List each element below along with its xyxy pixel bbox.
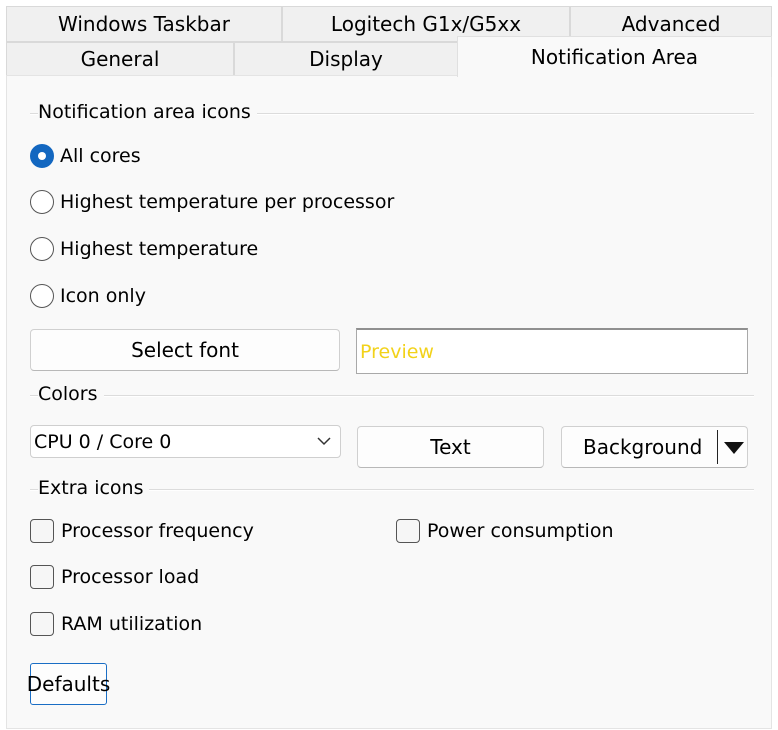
notification-icons-group-title: Notification area icons (38, 101, 257, 123)
checkbox-box[interactable] (30, 612, 54, 636)
core-select-value: CPU 0 / Core 0 (34, 430, 172, 453)
radio-indicator[interactable] (30, 144, 54, 168)
radio-label: All cores (60, 145, 141, 167)
group-divider (30, 395, 754, 397)
dropdown-arrow-icon[interactable] (722, 440, 746, 456)
extra-icons-group-title: Extra icons (38, 477, 150, 499)
radio-all-cores[interactable]: All cores (30, 144, 141, 168)
tab-label: General (80, 47, 160, 71)
colors-group-title: Colors (38, 383, 104, 405)
button-label: Text (430, 435, 471, 459)
checkbox-label: Processor frequency (61, 520, 254, 542)
checkbox-processor-load[interactable]: Processor load (30, 565, 199, 589)
button-label: Defaults (26, 672, 111, 696)
checkbox-label: Power consumption (427, 520, 614, 542)
tab-display[interactable]: Display (234, 42, 458, 76)
tab-general[interactable]: General (6, 42, 234, 76)
radio-highest-temperature[interactable]: Highest temperature (30, 237, 258, 261)
defaults-button[interactable]: Defaults (27, 663, 110, 705)
radio-indicator[interactable] (30, 284, 54, 308)
tab-label: Display (309, 47, 383, 71)
tab-notification-area[interactable]: Notification Area (457, 36, 772, 77)
button-label: Background (583, 435, 703, 459)
radio-indicator[interactable] (30, 190, 54, 214)
font-preview-text: Preview (360, 340, 434, 363)
checkbox-processor-frequency[interactable]: Processor frequency (30, 519, 254, 543)
core-select[interactable]: CPU 0 / Core 0 (30, 425, 341, 458)
font-preview-box: Preview (356, 328, 748, 374)
tab-label: Logitech G1x/G5xx (330, 12, 522, 36)
checkbox-ram-utilization[interactable]: RAM utilization (30, 612, 202, 636)
checkbox-label: RAM utilization (61, 613, 203, 635)
radio-label: Highest temperature per processor (60, 191, 395, 213)
checkbox-box[interactable] (396, 519, 420, 543)
radio-icon-only[interactable]: Icon only (30, 284, 146, 308)
tab-label: Windows Taskbar (58, 12, 230, 36)
checkbox-box[interactable] (30, 519, 54, 543)
background-color-split-button[interactable]: Background (561, 426, 748, 468)
button-label: Select font (131, 338, 239, 362)
checkbox-power-consumption[interactable]: Power consumption (396, 519, 614, 543)
split-button-separator (717, 430, 718, 464)
tab-windows-taskbar[interactable]: Windows Taskbar (6, 6, 282, 42)
radio-indicator[interactable] (30, 237, 54, 261)
checkbox-label: Processor load (61, 566, 200, 588)
text-color-button[interactable]: Text (357, 426, 544, 468)
radio-label: Icon only (60, 285, 146, 307)
select-font-button[interactable]: Select font (30, 329, 340, 371)
tab-label: Advanced (621, 12, 721, 36)
radio-label: Highest temperature (60, 238, 259, 260)
checkbox-box[interactable] (30, 565, 54, 589)
chevron-down-icon (317, 437, 331, 446)
tab-label: Notification Area (530, 45, 699, 69)
radio-highest-temp-per-processor[interactable]: Highest temperature per processor (30, 190, 394, 214)
